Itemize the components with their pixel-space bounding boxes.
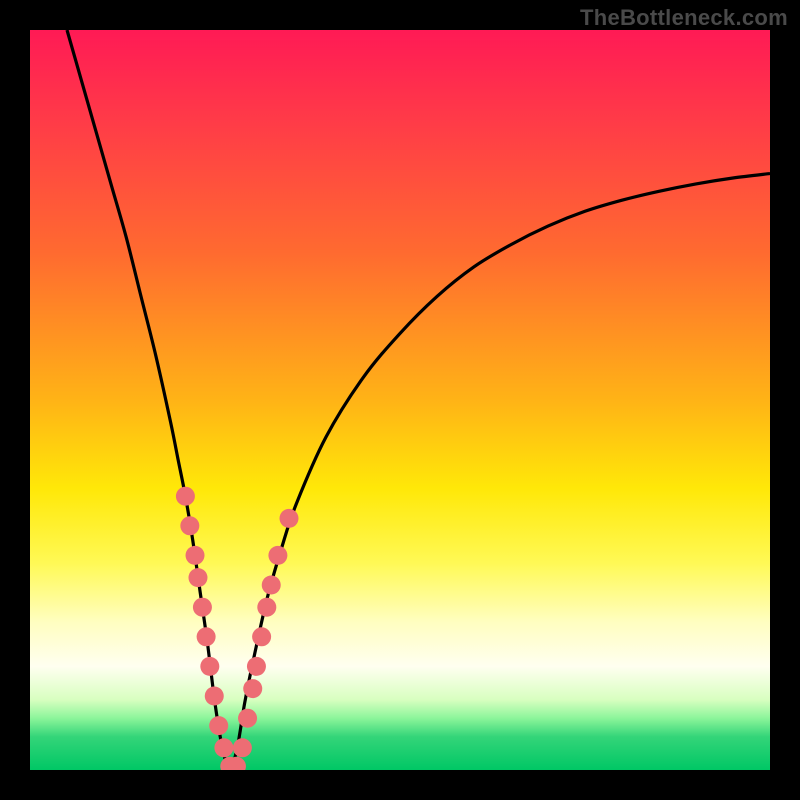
data-point: [214, 738, 233, 757]
data-point: [200, 657, 219, 676]
data-point: [268, 546, 287, 565]
data-point: [209, 716, 228, 735]
chart-frame: TheBottleneck.com: [0, 0, 800, 800]
data-point: [243, 679, 262, 698]
data-point: [262, 576, 281, 595]
data-point: [197, 627, 216, 646]
gradient-background: [30, 30, 770, 770]
data-point: [188, 568, 207, 587]
data-point: [233, 738, 252, 757]
data-point: [193, 598, 212, 617]
data-point: [247, 657, 266, 676]
data-point: [238, 709, 257, 728]
data-point: [280, 509, 299, 528]
plot-area: [30, 30, 770, 770]
data-point: [252, 627, 271, 646]
data-point: [205, 687, 224, 706]
data-point: [186, 546, 205, 565]
data-point: [180, 516, 199, 535]
data-point: [176, 487, 195, 506]
data-point: [257, 598, 276, 617]
watermark-text: TheBottleneck.com: [580, 5, 788, 31]
chart-svg: [30, 30, 770, 770]
